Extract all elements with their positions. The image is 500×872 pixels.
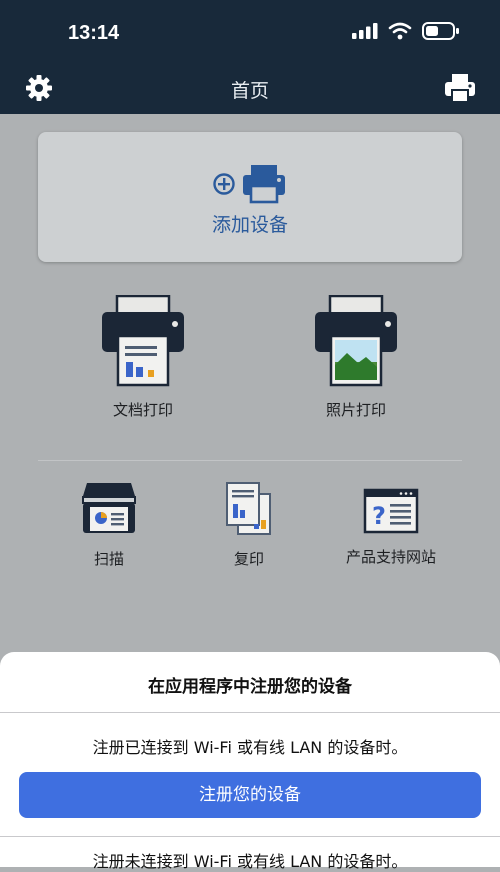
register-device-sheet: 在应用程序中注册您的设备 注册已连接到 Wi-Fi 或有线 LAN 的设备时。 (0, 652, 500, 867)
register-device-button[interactable]: 注册您的设备 (19, 772, 481, 818)
status-bar: 13:14 (0, 0, 500, 64)
document-print-icon (102, 294, 184, 387)
scan-label: 扫描 (93, 550, 124, 568)
status-time: 13:14 (68, 22, 120, 44)
wifi-icon (388, 22, 412, 40)
add-printer-icon (213, 165, 285, 204)
copy-button[interactable]: 复印 (214, 482, 284, 569)
printer-icon[interactable] (444, 73, 476, 103)
status-icons (352, 22, 460, 40)
scan-button[interactable]: 扫描 (74, 482, 144, 569)
page-title: 首页 (230, 80, 269, 102)
sheet-divider-2 (0, 836, 500, 837)
sheet-title: 在应用程序中注册您的设备 (148, 677, 352, 697)
copy-icon (226, 482, 271, 535)
svg-text:?: ? (372, 502, 386, 530)
support-website-label: 产品支持网站 (345, 548, 436, 566)
add-device-label: 添加设备 (211, 214, 288, 236)
cellular-signal-icon (352, 23, 378, 39)
photo-print-label: 照片打印 (325, 401, 386, 419)
section-divider (38, 460, 462, 461)
photo-print-icon (315, 294, 397, 387)
scanner-icon (82, 483, 136, 533)
battery-icon (422, 22, 459, 40)
sheet-divider (0, 712, 500, 713)
support-website-button[interactable]: ? 产品支持网站 (336, 482, 446, 567)
document-print-label: 文档打印 (112, 401, 173, 419)
nav-bar: 首页 (0, 64, 500, 114)
support-website-icon: ? (363, 488, 419, 534)
sheet-description-2: 注册未连接到 Wi-Fi 或有线 LAN 的设备时。 (92, 852, 408, 871)
document-print-button[interactable]: 文档打印 (93, 294, 193, 420)
photo-print-button[interactable]: 照片打印 (306, 294, 406, 420)
copy-label: 复印 (233, 550, 264, 568)
sheet-description: 注册已连接到 Wi-Fi 或有线 LAN 的设备时。 (92, 738, 408, 757)
add-device-card[interactable]: 添加设备 (38, 132, 462, 262)
